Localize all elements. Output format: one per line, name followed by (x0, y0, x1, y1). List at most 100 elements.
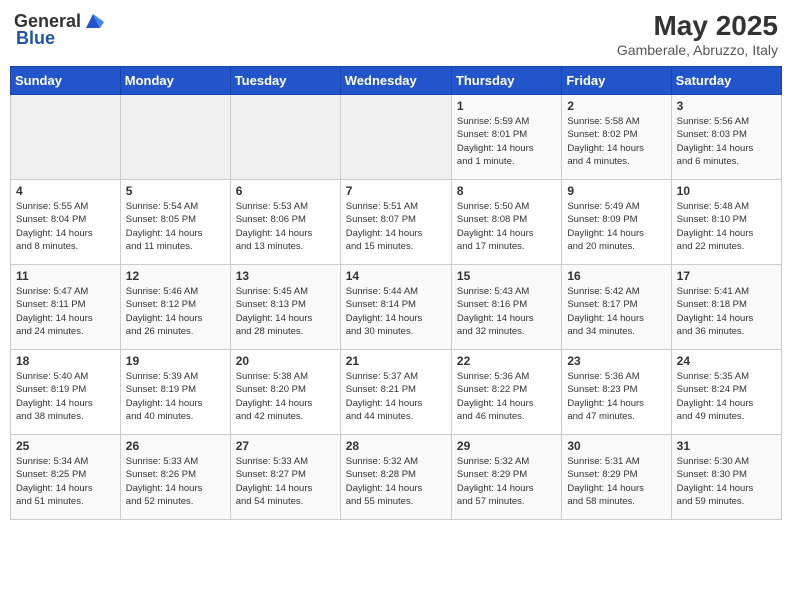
calendar-cell: 19 Sunrise: 5:39 AMSunset: 8:19 PMDayligh… (120, 350, 230, 435)
day-number: 8 (457, 184, 556, 198)
day-info: Sunrise: 5:58 AMSunset: 8:02 PMDaylight:… (567, 115, 665, 168)
day-info: Sunrise: 5:39 AMSunset: 8:19 PMDaylight:… (126, 370, 225, 423)
day-info: Sunrise: 5:41 AMSunset: 8:18 PMDaylight:… (677, 285, 776, 338)
day-info: Sunrise: 5:43 AMSunset: 8:16 PMDaylight:… (457, 285, 556, 338)
calendar-cell: 13Sunrise: 5:45 AMSunset: 8:13 PMDayligh… (230, 265, 340, 350)
day-info: Sunrise: 5:59 AMSunset: 8:01 PMDaylight:… (457, 115, 556, 168)
day-info: Sunrise: 5:32 AMSunset: 8:28 PMDaylight:… (346, 455, 446, 508)
logo-icon (82, 10, 104, 32)
col-header-thursday: Thursday (451, 67, 561, 95)
day-number: 22 (457, 354, 556, 368)
calendar-cell: 26 Sunrise: 5:33 AMSunset: 8:26 PMDayligh… (120, 435, 230, 520)
day-info: Sunrise: 5:35 AMSunset: 8:24 PMDaylight:… (677, 370, 776, 423)
day-number: 20 (236, 354, 335, 368)
calendar-cell: 24 Sunrise: 5:35 AMSunset: 8:24 PMDayligh… (671, 350, 781, 435)
day-info: Sunrise: 5:38 AMSunset: 8:20 PMDaylight:… (236, 370, 335, 423)
day-info: Sunrise: 5:54 AMSunset: 8:05 PMDaylight:… (126, 200, 225, 253)
day-info: Sunrise: 5:49 AMSunset: 8:09 PMDaylight:… (567, 200, 665, 253)
calendar-cell: 21Sunrise: 5:37 AMSunset: 8:21 PMDayligh… (340, 350, 451, 435)
day-number: 3 (677, 99, 776, 113)
calendar-header-row: SundayMondayTuesdayWednesdayThursdayFrid… (11, 67, 782, 95)
day-number: 19 (126, 354, 225, 368)
col-header-sunday: Sunday (11, 67, 121, 95)
col-header-friday: Friday (562, 67, 671, 95)
logo-blue: Blue (16, 28, 55, 49)
day-info: Sunrise: 5:33 AMSunset: 8:27 PMDaylight:… (236, 455, 335, 508)
day-info: Sunrise: 5:42 AMSunset: 8:17 PMDaylight:… (567, 285, 665, 338)
calendar-cell: 22Sunrise: 5:36 AMSunset: 8:22 PMDayligh… (451, 350, 561, 435)
day-number: 14 (346, 269, 446, 283)
day-info: Sunrise: 5:47 AMSunset: 8:11 PMDaylight:… (16, 285, 115, 338)
day-info: Sunrise: 5:36 AMSunset: 8:23 PMDaylight:… (567, 370, 665, 423)
col-header-tuesday: Tuesday (230, 67, 340, 95)
col-header-saturday: Saturday (671, 67, 781, 95)
day-number: 25 (16, 439, 115, 453)
calendar-cell: 2 Sunrise: 5:58 AMSunset: 8:02 PMDaylight… (562, 95, 671, 180)
calendar-cell (11, 95, 121, 180)
day-info: Sunrise: 5:33 AMSunset: 8:26 PMDaylight:… (126, 455, 225, 508)
day-number: 18 (16, 354, 115, 368)
day-number: 1 (457, 99, 556, 113)
day-number: 7 (346, 184, 446, 198)
calendar-cell: 7 Sunrise: 5:51 AMSunset: 8:07 PMDaylight… (340, 180, 451, 265)
calendar-cell (120, 95, 230, 180)
day-number: 27 (236, 439, 335, 453)
day-info: Sunrise: 5:30 AMSunset: 8:30 PMDaylight:… (677, 455, 776, 508)
calendar-cell: 29Sunrise: 5:32 AMSunset: 8:29 PMDayligh… (451, 435, 561, 520)
day-number: 24 (677, 354, 776, 368)
calendar-cell: 6 Sunrise: 5:53 AMSunset: 8:06 PMDaylight… (230, 180, 340, 265)
day-number: 28 (346, 439, 446, 453)
calendar-cell: 12 Sunrise: 5:46 AMSunset: 8:12 PMDayligh… (120, 265, 230, 350)
calendar-week-row: 11 Sunrise: 5:47 AMSunset: 8:11 PMDayligh… (11, 265, 782, 350)
calendar-cell: 27 Sunrise: 5:33 AMSunset: 8:27 PMDayligh… (230, 435, 340, 520)
calendar-cell: 15 Sunrise: 5:43 AMSunset: 8:16 PMDayligh… (451, 265, 561, 350)
col-header-monday: Monday (120, 67, 230, 95)
calendar-cell: 1 Sunrise: 5:59 AMSunset: 8:01 PMDaylight… (451, 95, 561, 180)
calendar-cell (230, 95, 340, 180)
title-block: May 2025 Gamberale, Abruzzo, Italy (617, 10, 778, 58)
calendar-cell: 18 Sunrise: 5:40 AMSunset: 8:19 PMDayligh… (11, 350, 121, 435)
day-number: 10 (677, 184, 776, 198)
calendar-week-row: 1 Sunrise: 5:59 AMSunset: 8:01 PMDaylight… (11, 95, 782, 180)
calendar-cell: 20 Sunrise: 5:38 AMSunset: 8:20 PMDayligh… (230, 350, 340, 435)
day-info: Sunrise: 5:56 AMSunset: 8:03 PMDaylight:… (677, 115, 776, 168)
day-number: 5 (126, 184, 225, 198)
calendar-cell: 31 Sunrise: 5:30 AMSunset: 8:30 PMDayligh… (671, 435, 781, 520)
day-number: 26 (126, 439, 225, 453)
day-number: 23 (567, 354, 665, 368)
calendar-cell: 8Sunrise: 5:50 AMSunset: 8:08 PMDaylight… (451, 180, 561, 265)
day-number: 11 (16, 269, 115, 283)
day-number: 9 (567, 184, 665, 198)
calendar-cell: 25 Sunrise: 5:34 AMSunset: 8:25 PMDayligh… (11, 435, 121, 520)
calendar-cell: 9 Sunrise: 5:49 AMSunset: 8:09 PMDaylight… (562, 180, 671, 265)
calendar-cell: 11 Sunrise: 5:47 AMSunset: 8:11 PMDayligh… (11, 265, 121, 350)
day-number: 17 (677, 269, 776, 283)
calendar-week-row: 4Sunrise: 5:55 AMSunset: 8:04 PMDaylight… (11, 180, 782, 265)
day-number: 12 (126, 269, 225, 283)
day-info: Sunrise: 5:53 AMSunset: 8:06 PMDaylight:… (236, 200, 335, 253)
day-number: 6 (236, 184, 335, 198)
calendar-cell: 28 Sunrise: 5:32 AMSunset: 8:28 PMDayligh… (340, 435, 451, 520)
calendar-cell: 17 Sunrise: 5:41 AMSunset: 8:18 PMDayligh… (671, 265, 781, 350)
day-info: Sunrise: 5:40 AMSunset: 8:19 PMDaylight:… (16, 370, 115, 423)
day-info: Sunrise: 5:45 AMSunset: 8:13 PMDaylight:… (236, 285, 335, 338)
day-number: 31 (677, 439, 776, 453)
day-info: Sunrise: 5:46 AMSunset: 8:12 PMDaylight:… (126, 285, 225, 338)
month-year-title: May 2025 (617, 10, 778, 42)
calendar-week-row: 25 Sunrise: 5:34 AMSunset: 8:25 PMDayligh… (11, 435, 782, 520)
day-info: Sunrise: 5:44 AMSunset: 8:14 PMDaylight:… (346, 285, 446, 338)
calendar-cell: 10 Sunrise: 5:48 AMSunset: 8:10 PMDayligh… (671, 180, 781, 265)
calendar-cell: 4Sunrise: 5:55 AMSunset: 8:04 PMDaylight… (11, 180, 121, 265)
calendar-table: SundayMondayTuesdayWednesdayThursdayFrid… (10, 66, 782, 520)
logo: General Blue (14, 10, 104, 49)
day-info: Sunrise: 5:48 AMSunset: 8:10 PMDaylight:… (677, 200, 776, 253)
day-info: Sunrise: 5:34 AMSunset: 8:25 PMDaylight:… (16, 455, 115, 508)
day-number: 15 (457, 269, 556, 283)
location-subtitle: Gamberale, Abruzzo, Italy (617, 42, 778, 58)
day-number: 2 (567, 99, 665, 113)
day-info: Sunrise: 5:51 AMSunset: 8:07 PMDaylight:… (346, 200, 446, 253)
day-number: 30 (567, 439, 665, 453)
calendar-cell: 30 Sunrise: 5:31 AMSunset: 8:29 PMDayligh… (562, 435, 671, 520)
day-info: Sunrise: 5:31 AMSunset: 8:29 PMDaylight:… (567, 455, 665, 508)
day-number: 29 (457, 439, 556, 453)
